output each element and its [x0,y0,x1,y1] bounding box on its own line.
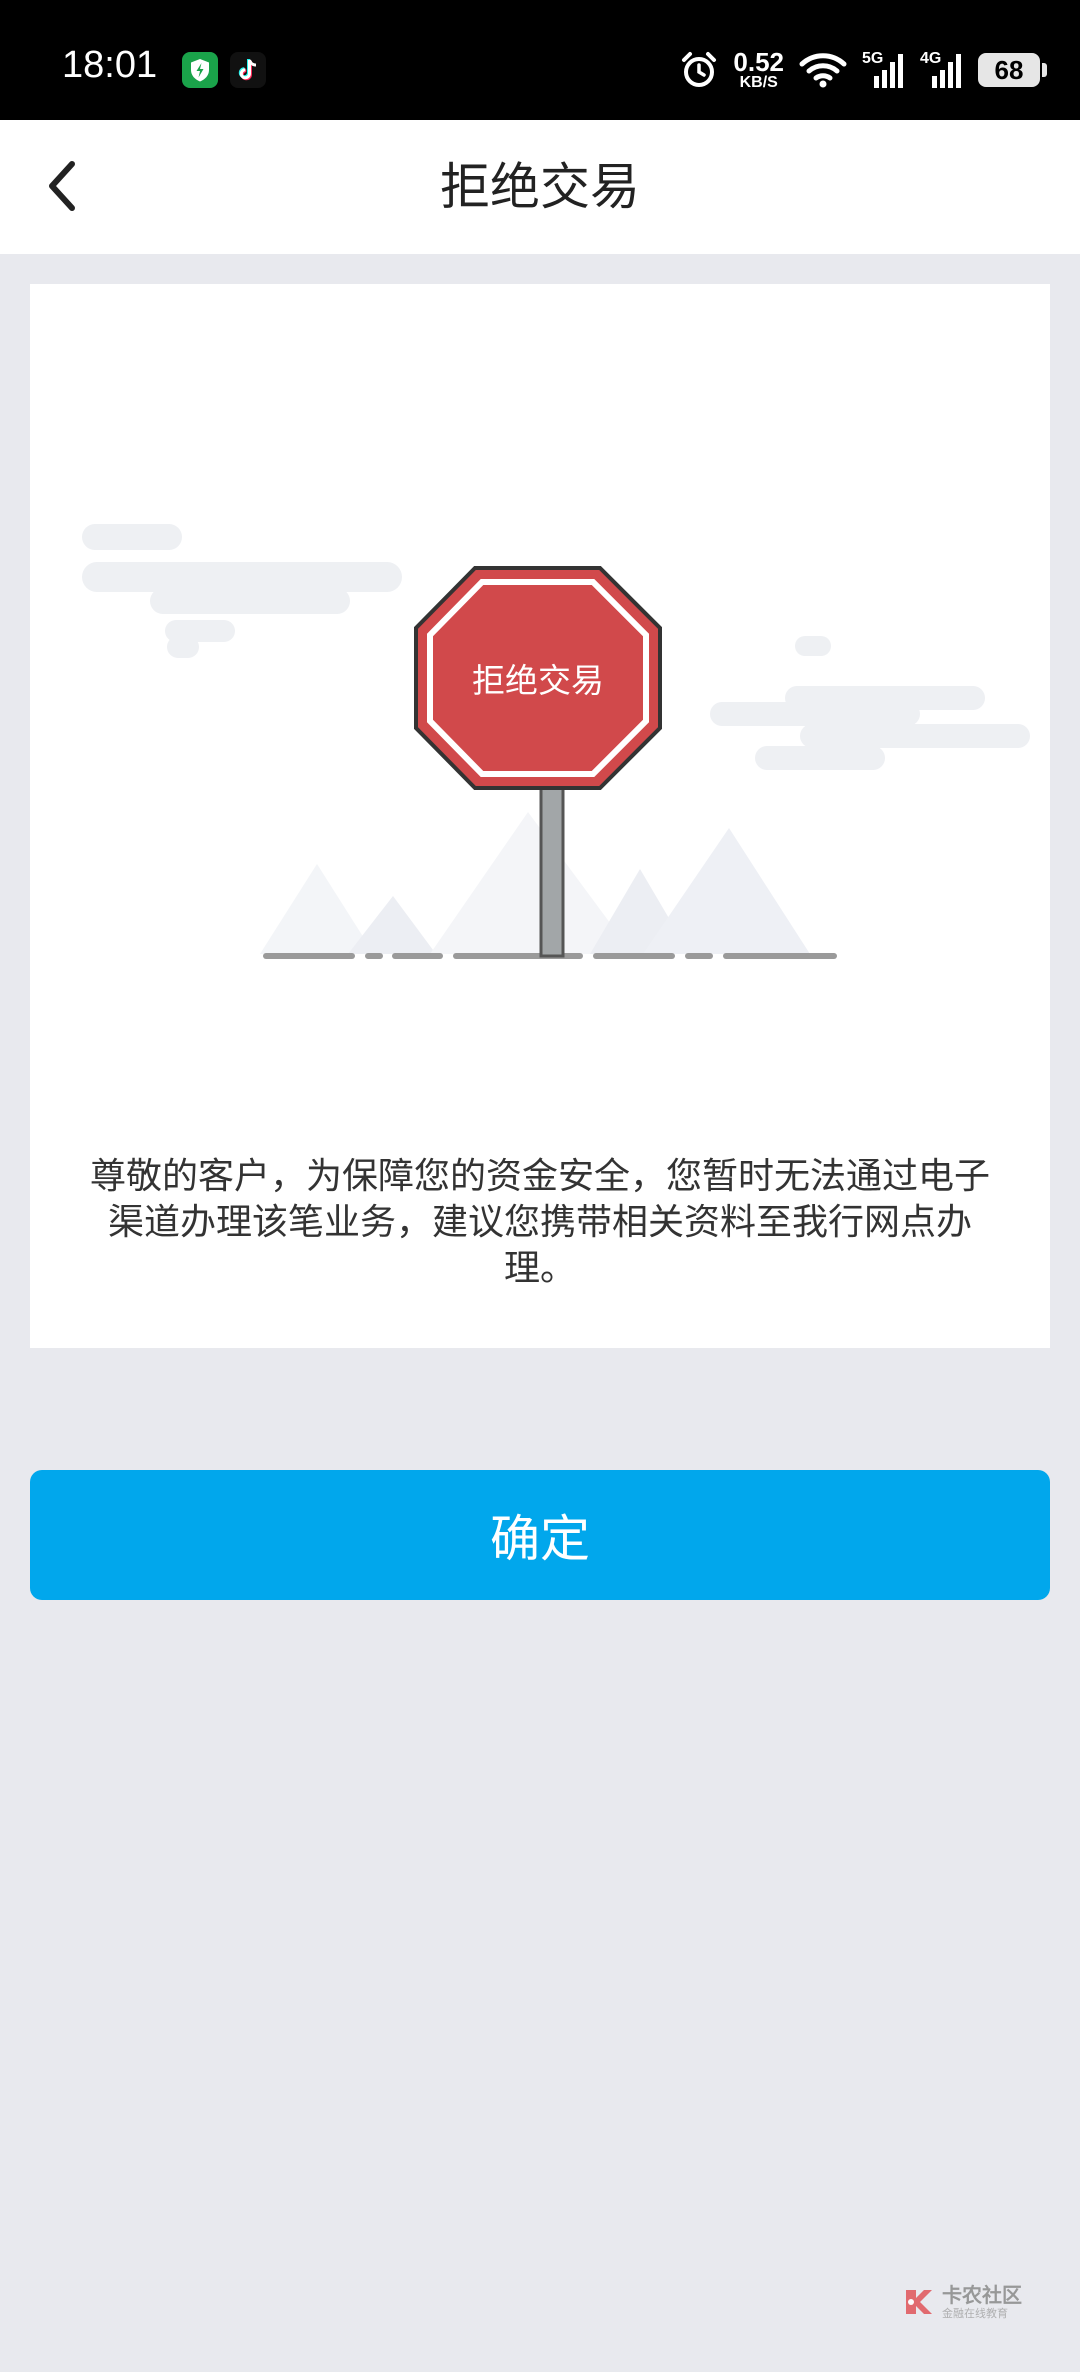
watermark-title: 卡农社区 [942,2283,1022,2307]
signal-4g-icon: 4G [920,48,964,92]
page-title: 拒绝交易 [440,158,640,216]
signal-5g-icon: 5G [862,48,906,92]
network-speed-value: 0.52 [733,47,784,77]
stop-sign-illustration: 拒绝交易 [82,524,1030,959]
stop-sign-text: 拒绝交易 [472,661,604,700]
wifi-icon [799,53,847,88]
confirm-button[interactable]: 确定 [30,1470,1050,1600]
network-speed-unit: KB/S [739,74,778,91]
rejection-message: 尊敬的客户，为保障您的资金安全，您暂时无法通过电子渠道办理该笔业务，建议您携带相… [89,1156,990,1289]
navigation-header: 拒绝交易 [0,120,1080,254]
network-speed: 0.52 KB/S [733,49,784,91]
sign-pole [539,772,565,958]
battery-icon: 68 [978,53,1047,87]
watermark: 卡农社区 金融在线教育 [900,2278,1050,2326]
status-bar: 18:01 0.52 KB/S 5G 4G 68 [0,0,1080,120]
mountains [260,812,810,954]
security-app-icon [182,52,218,88]
tiktok-icon [230,52,266,88]
cloud-left [82,524,402,658]
cloud-right [710,636,1030,770]
kanong-logo-icon [906,2290,932,2314]
status-time: 18:01 [62,44,158,86]
alarm-icon [682,52,717,87]
battery-level: 68 [994,54,1024,85]
watermark-subtitle: 金融在线教育 [942,2307,1008,2320]
status-indicators: 0.52 KB/S 5G 4G 68 [679,44,1047,96]
rejection-card: 拒绝交易 尊敬的客户，为保障您的资金安全，您暂时无法通过电子渠道办理该笔业务，建… [30,284,1050,1348]
